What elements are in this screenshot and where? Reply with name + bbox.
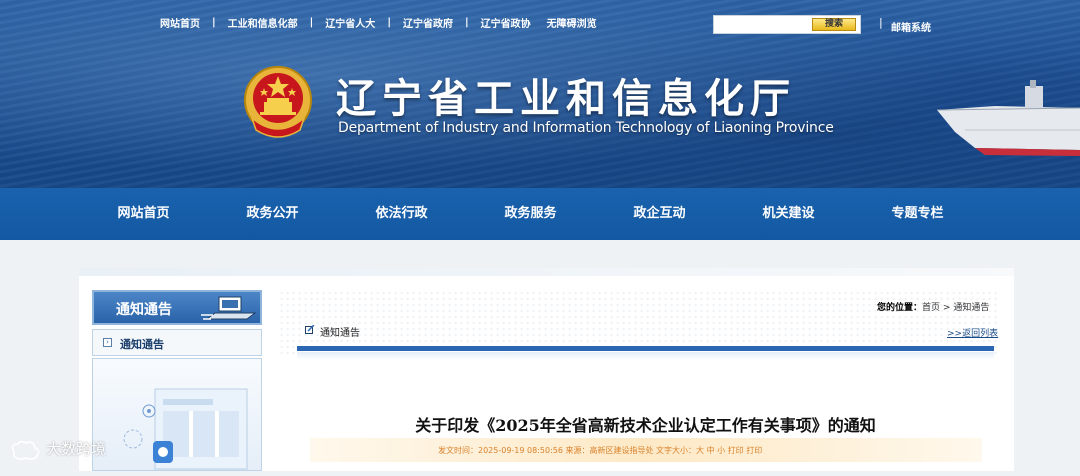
link-separator: | bbox=[387, 17, 391, 28]
sidebar-illustration-panel bbox=[92, 358, 262, 471]
section-title: 通知通告 bbox=[320, 328, 360, 339]
content-top-band bbox=[79, 268, 1014, 276]
sidebar-item-notices[interactable]: › 通知通告 bbox=[92, 329, 262, 356]
computer-icon bbox=[201, 296, 257, 320]
breadcrumb-current[interactable]: 通知通告 bbox=[953, 303, 989, 313]
back-to-list-link[interactable]: >>返回列表 bbox=[947, 326, 998, 339]
top-link-gov[interactable]: 辽宁省政府 bbox=[403, 15, 453, 30]
breadcrumb: 您的位置：首页 > 通知通告 bbox=[877, 300, 989, 313]
sidebar-header: 通知通告 bbox=[92, 290, 262, 325]
breadcrumb-label: 您的位置： bbox=[877, 303, 923, 313]
breadcrumb-separator: > bbox=[942, 303, 951, 313]
arrow-icon: › bbox=[103, 338, 112, 347]
top-link-npc[interactable]: 辽宁省人大 bbox=[325, 15, 375, 30]
site-title-english: Department of Industry and Information T… bbox=[338, 120, 834, 136]
divider bbox=[297, 346, 994, 351]
mail-separator: | bbox=[879, 16, 883, 29]
top-link-accessibility[interactable]: 无障碍浏览 bbox=[547, 15, 597, 30]
nav-administration[interactable]: 依法行政 bbox=[337, 188, 466, 240]
mail-system-link[interactable]: 邮箱系统 bbox=[891, 19, 931, 34]
nav-government-affairs[interactable]: 政务公开 bbox=[208, 188, 337, 240]
nav-services[interactable]: 政务服务 bbox=[466, 188, 595, 240]
edit-icon bbox=[305, 325, 315, 334]
link-separator: | bbox=[309, 17, 314, 28]
site-title: 辽宁省工业和信息化厅 bbox=[336, 76, 796, 122]
aircraft-carrier-image bbox=[936, 80, 1080, 156]
sidebar-header-title: 通知通告 bbox=[116, 302, 172, 318]
link-separator: | bbox=[212, 17, 216, 28]
national-emblem-icon bbox=[244, 66, 312, 138]
sidebar-item-label: 通知通告 bbox=[120, 338, 164, 351]
top-links-bar: 网站首页 | 工业和信息化部 | 辽宁省人大 | 辽宁省政府 | 辽宁省政协 无… bbox=[160, 15, 597, 30]
nav-home[interactable]: 网站首页 bbox=[79, 188, 208, 240]
main-nav: 网站首页 政务公开 依法行政 政务服务 政企互动 机关建设 专题专栏 bbox=[0, 188, 1080, 240]
top-link-miit[interactable]: 工业和信息化部 bbox=[228, 15, 298, 30]
article-title: 关于印发《2025年全省高新技术企业认定工作有关事项》的通知 bbox=[415, 416, 876, 435]
search-button[interactable]: 搜索 bbox=[812, 18, 856, 31]
top-link-cppcc[interactable]: 辽宁省政协 bbox=[481, 15, 531, 30]
breadcrumb-home[interactable]: 首页 bbox=[922, 303, 940, 313]
nav-interaction[interactable]: 政企互动 bbox=[595, 188, 724, 240]
divider bbox=[297, 352, 994, 360]
watermark: 大数跨境 bbox=[8, 438, 106, 459]
watermark-text: 大数跨境 bbox=[46, 440, 107, 458]
article-meta: 发文时间：2025-09-19 08:50:56 来源：高新区建设指导处 文字大… bbox=[438, 446, 763, 455]
web-app-illustration-icon bbox=[123, 388, 248, 470]
nav-organization[interactable]: 机关建设 bbox=[724, 188, 853, 240]
nav-special-topics[interactable]: 专题专栏 bbox=[853, 188, 982, 240]
link-separator: | bbox=[464, 17, 469, 28]
top-link-home[interactable]: 网站首页 bbox=[160, 15, 200, 30]
